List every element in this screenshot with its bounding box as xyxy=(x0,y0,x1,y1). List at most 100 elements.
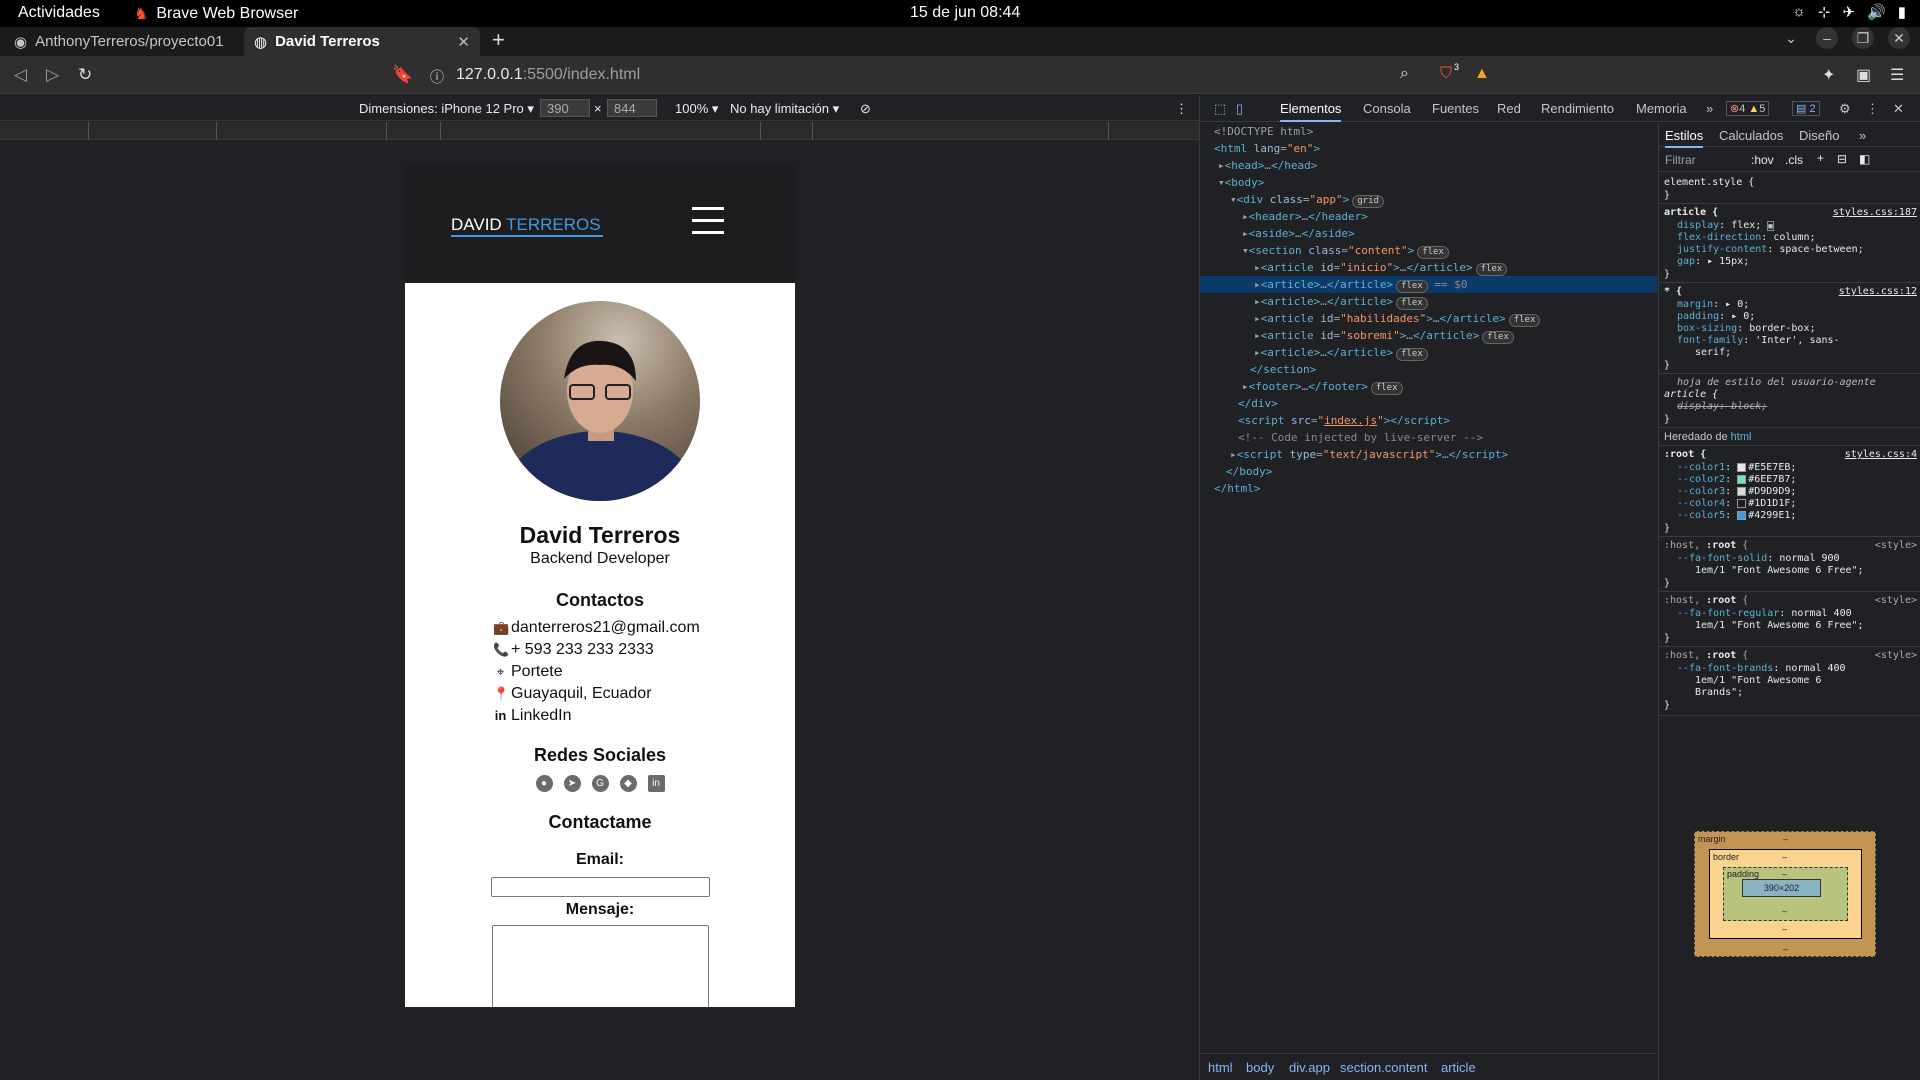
issues-counter[interactable]: ⊗4 ▲5 xyxy=(1726,101,1770,116)
reload-icon[interactable]: ↻ xyxy=(78,65,92,85)
forward-icon[interactable]: ▷ xyxy=(46,65,59,85)
dom-line[interactable]: ▸<article id="sobremi">…</article> flex xyxy=(1200,327,1657,344)
gitlab-icon[interactable]: ◆ xyxy=(619,775,637,792)
activities-button[interactable]: Actividades xyxy=(18,4,100,22)
extensions-icon[interactable]: ✦ xyxy=(1822,65,1835,85)
dom-line[interactable]: </section> xyxy=(1200,361,1657,378)
contact-item[interactable]: in LinkedIn xyxy=(493,705,700,727)
brave-rewards-icon[interactable]: ▲ xyxy=(1474,65,1490,83)
tab-styles[interactable]: Estilos xyxy=(1665,128,1704,148)
color-swatch[interactable] xyxy=(1737,486,1747,496)
tab-console[interactable]: Consola xyxy=(1363,101,1411,116)
computed-styles-toggle-icon[interactable]: ⊟ xyxy=(1837,152,1847,166)
dom-line[interactable]: </body> xyxy=(1200,463,1657,480)
new-tab-icon[interactable]: + xyxy=(492,27,505,53)
throttle-select[interactable]: No hay limitación ▾ xyxy=(730,101,839,117)
more-tabs-icon[interactable]: » xyxy=(1706,101,1713,116)
bookmark-icon[interactable]: 🔖 xyxy=(392,65,413,85)
tab-layout[interactable]: Diseño xyxy=(1799,128,1839,143)
dom-line[interactable]: </html> xyxy=(1200,480,1657,497)
tab-memory[interactable]: Memoria xyxy=(1636,101,1687,116)
linkedin-square-icon[interactable]: in xyxy=(647,775,665,792)
tab-performance[interactable]: Rendimiento xyxy=(1541,101,1614,116)
site-info-icon[interactable]: ⓘ xyxy=(430,67,444,87)
menu-icon[interactable]: ☰ xyxy=(1890,65,1904,85)
close-window-icon[interactable]: ✕ xyxy=(1888,27,1910,49)
tab-sources[interactable]: Fuentes xyxy=(1432,101,1479,116)
hamburger-menu-icon[interactable] xyxy=(692,207,724,243)
contact-linkedin[interactable]: LinkedIn xyxy=(511,705,572,727)
color-swatch[interactable] xyxy=(1737,510,1747,520)
dom-line[interactable]: <html lang="en"> xyxy=(1200,140,1657,157)
color-swatch[interactable] xyxy=(1737,474,1747,484)
inspect-icon[interactable]: ⬚ xyxy=(1214,101,1226,117)
settings-icon[interactable]: ⚙ xyxy=(1839,101,1851,117)
google-icon[interactable]: G xyxy=(591,775,609,792)
brave-shields-icon[interactable]: ⛉ xyxy=(1440,65,1452,83)
filter-input[interactable]: Filtrar xyxy=(1665,153,1696,167)
source-link[interactable]: styles.css:12 xyxy=(1839,286,1917,297)
tab-computed[interactable]: Calculados xyxy=(1719,128,1783,143)
box-model-diagram[interactable]: margin – border – padding – 390×202 – – … xyxy=(1694,831,1876,957)
crumb-article[interactable]: article xyxy=(1441,1060,1476,1075)
source-link[interactable]: styles.css:187 xyxy=(1833,207,1917,218)
dom-line[interactable]: ▸<article>…</article> flex xyxy=(1200,293,1657,310)
tab-list-icon[interactable]: ⌄ xyxy=(1780,27,1802,49)
back-icon[interactable]: ◁ xyxy=(14,65,27,85)
devtools-menu-icon[interactable]: ⋮ xyxy=(1866,101,1879,117)
rule-element-style[interactable]: element.style { xyxy=(1664,177,1754,188)
cls-button[interactable]: .cls xyxy=(1785,153,1803,167)
rule-universal-selector[interactable]: * { xyxy=(1664,286,1682,297)
close-tab-icon[interactable]: ✕ xyxy=(457,33,470,51)
zoom-icon[interactable]: ⌕ xyxy=(1400,65,1409,83)
more-options-icon[interactable]: ⋮ xyxy=(1175,101,1188,117)
zoom-select[interactable]: 100% ▾ xyxy=(675,101,718,117)
dom-line[interactable]: ▸<article id="habilidades">…</article> fl… xyxy=(1200,310,1657,327)
dom-line[interactable]: ▾<body> xyxy=(1200,174,1657,191)
minimize-icon[interactable]: – xyxy=(1816,27,1838,49)
elements-tree[interactable]: <!DOCTYPE html> <html lang="en"> ▸<head>… xyxy=(1200,123,1657,1043)
crumb-div-app[interactable]: div.app xyxy=(1289,1060,1330,1075)
telegram-icon[interactable]: ➤ xyxy=(563,775,581,792)
dom-line[interactable]: ▸<head>…</head> xyxy=(1200,157,1657,174)
add-rule-icon[interactable]: + xyxy=(1817,151,1824,165)
width-input[interactable]: 390 xyxy=(540,99,590,117)
dom-line[interactable]: ▸<article id="inicio">…</article> flex xyxy=(1200,259,1657,276)
tab-elements[interactable]: Elementos xyxy=(1280,101,1342,122)
crumb-html[interactable]: html xyxy=(1208,1060,1233,1075)
messages-counter[interactable]: ▤ 2 xyxy=(1792,101,1820,116)
site-logo[interactable]: DAVID TERREROS xyxy=(451,215,603,237)
dom-line[interactable]: ▸<script type="text/javascript">…</scrip… xyxy=(1200,446,1657,463)
crumb-body[interactable]: body xyxy=(1246,1060,1274,1075)
tab-david-terreros[interactable]: ◍ David Terreros ✕ xyxy=(244,27,480,56)
close-devtools-icon[interactable]: ✕ xyxy=(1893,101,1904,117)
media-query-ruler[interactable] xyxy=(0,122,1199,140)
email-input[interactable] xyxy=(491,877,710,897)
url-field[interactable]: 127.0.0.1:5500/index.html xyxy=(456,66,640,84)
crumb-section-content[interactable]: section.content xyxy=(1340,1060,1427,1075)
dom-line[interactable]: ▸<aside>…</aside> xyxy=(1200,225,1657,242)
dom-line[interactable]: ▸<header>…</header> xyxy=(1200,208,1657,225)
system-tray[interactable]: ☼ ⊹ ✈ 🔊 ▮ xyxy=(1792,3,1906,21)
dom-line[interactable]: </div> xyxy=(1200,395,1657,412)
message-textarea[interactable] xyxy=(492,925,709,1007)
tab-network[interactable]: Red xyxy=(1497,101,1521,116)
clock[interactable]: 15 de jun 08:44 xyxy=(910,4,1020,22)
dom-line[interactable]: ▾<section class="content"> flex xyxy=(1200,242,1657,259)
dom-line[interactable]: <!-- Code injected by live-server --> xyxy=(1200,429,1657,446)
hov-button[interactable]: :hov xyxy=(1751,153,1774,167)
flex-editor-icon[interactable]: ▦ xyxy=(1767,221,1774,231)
dom-line-selected[interactable]: ▸<article>…</article> flex == $0 xyxy=(1200,276,1657,293)
source-link[interactable]: styles.css:4 xyxy=(1845,449,1917,460)
maximize-icon[interactable]: ❐ xyxy=(1852,27,1874,49)
sidebar-toggle-icon[interactable]: ◧ xyxy=(1859,152,1870,166)
dom-line[interactable]: ▸<footer>…</footer> flex xyxy=(1200,378,1657,395)
rule-root-selector[interactable]: :root { xyxy=(1664,449,1706,460)
dom-line[interactable]: ▸<article>…</article> flex xyxy=(1200,344,1657,361)
rule-article-selector[interactable]: article { xyxy=(1664,207,1718,218)
color-swatch[interactable] xyxy=(1737,462,1747,472)
tab-github[interactable]: ◉ AnthonyTerreros/proyecto01 xyxy=(4,27,240,56)
github-icon[interactable]: ● xyxy=(535,775,553,792)
dom-line[interactable]: ▾<div class="app"> grid xyxy=(1200,191,1657,208)
height-input[interactable]: 844 xyxy=(607,99,657,117)
